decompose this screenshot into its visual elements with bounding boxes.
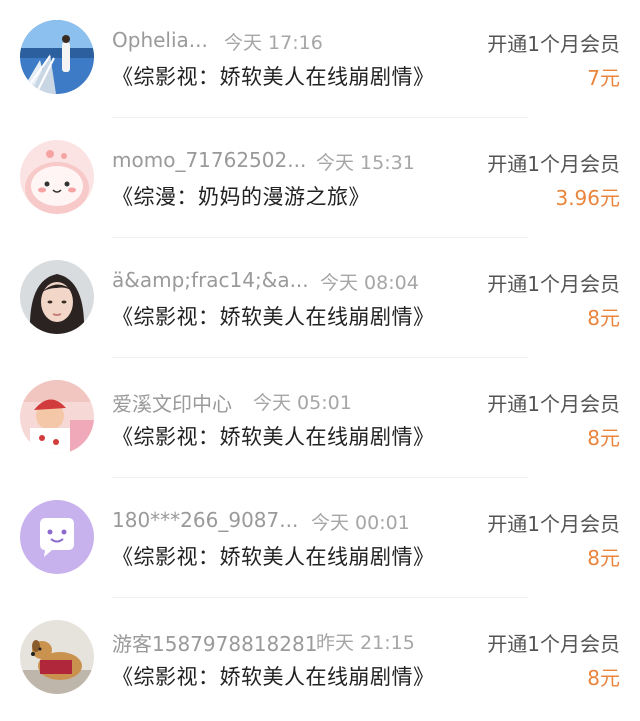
plan-label: 开通1个月会员 bbox=[487, 392, 620, 416]
user-name: 爱溪文印中心 bbox=[112, 392, 232, 416]
ocean-avatar-icon[interactable] bbox=[20, 20, 94, 94]
book-title: 《综影视：娇软美人在线崩剧情》 bbox=[112, 65, 435, 89]
timestamp: 今天 00:01 bbox=[311, 512, 410, 534]
chat-bubble-avatar-icon[interactable] bbox=[20, 500, 94, 574]
divider bbox=[112, 357, 528, 358]
baby-photo-avatar-icon[interactable] bbox=[20, 380, 94, 454]
pink-cartoon-avatar-icon[interactable] bbox=[20, 140, 94, 214]
divider bbox=[112, 117, 528, 118]
book-title: 《综影视：娇软美人在线崩剧情》 bbox=[112, 665, 435, 689]
list-item[interactable]: momo_71762502... 今天 15:31 《综漫：奶妈的漫游之旅》 开… bbox=[0, 120, 640, 240]
timestamp: 今天 17:16 bbox=[224, 32, 323, 54]
price: 8元 bbox=[587, 426, 620, 450]
dog-avatar-icon[interactable] bbox=[20, 620, 94, 694]
plan-label: 开通1个月会员 bbox=[487, 32, 620, 56]
list-item[interactable]: Ophelia... 今天 17:16 《综影视：娇软美人在线崩剧情》 开通1个… bbox=[0, 0, 640, 120]
price: 3.96元 bbox=[555, 186, 620, 210]
purchase-record-list: Ophelia... 今天 17:16 《综影视：娇软美人在线崩剧情》 开通1个… bbox=[0, 0, 640, 721]
list-item[interactable]: 游客1587978818281 昨天 21:15 《综影视：娇软美人在线崩剧情》… bbox=[0, 600, 640, 720]
book-title: 《综影视：娇软美人在线崩剧情》 bbox=[112, 545, 435, 569]
timestamp: 昨天 21:15 bbox=[316, 632, 415, 654]
list-item[interactable]: 爱溪文印中心 今天 05:01 《综影视：娇软美人在线崩剧情》 开通1个月会员 … bbox=[0, 360, 640, 480]
divider bbox=[112, 597, 528, 598]
girl-portrait-avatar-icon[interactable] bbox=[20, 260, 94, 334]
price: 8元 bbox=[587, 306, 620, 330]
plan-label: 开通1个月会员 bbox=[487, 632, 620, 656]
user-name: 游客1587978818281 bbox=[112, 632, 318, 656]
price: 7元 bbox=[587, 66, 620, 90]
list-item[interactable]: 180***266_9087... 今天 00:01 《综影视：娇软美人在线崩剧… bbox=[0, 480, 640, 600]
timestamp: 今天 15:31 bbox=[316, 152, 415, 174]
user-name: ä&amp;frac14;&a... bbox=[112, 268, 309, 292]
price: 8元 bbox=[587, 546, 620, 570]
plan-label: 开通1个月会员 bbox=[487, 152, 620, 176]
timestamp: 今天 05:01 bbox=[253, 392, 352, 414]
plan-label: 开通1个月会员 bbox=[487, 512, 620, 536]
divider bbox=[112, 237, 528, 238]
timestamp: 今天 08:04 bbox=[320, 272, 419, 294]
user-name: 180***266_9087... bbox=[112, 508, 299, 532]
book-title: 《综影视：娇软美人在线崩剧情》 bbox=[112, 305, 435, 329]
book-title: 《综影视：娇软美人在线崩剧情》 bbox=[112, 425, 435, 449]
user-name: Ophelia... bbox=[112, 28, 208, 52]
book-title: 《综漫：奶妈的漫游之旅》 bbox=[112, 185, 370, 209]
divider bbox=[112, 477, 528, 478]
list-item[interactable]: ä&amp;frac14;&a... 今天 08:04 《综影视：娇软美人在线崩… bbox=[0, 240, 640, 360]
user-name: momo_71762502... bbox=[112, 148, 307, 172]
price: 8元 bbox=[587, 666, 620, 690]
plan-label: 开通1个月会员 bbox=[487, 272, 620, 296]
